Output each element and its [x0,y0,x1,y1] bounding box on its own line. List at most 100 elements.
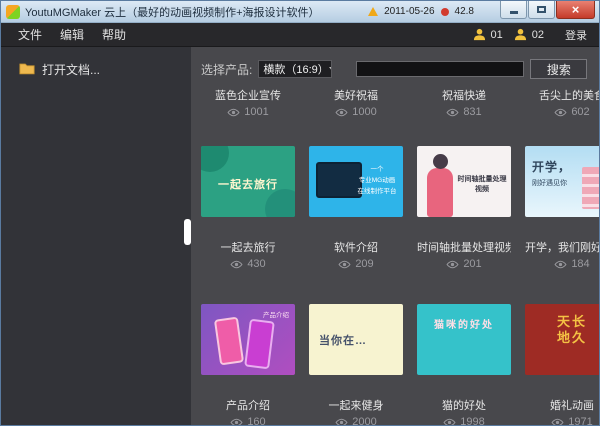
eye-icon [335,418,348,426]
thumbnail-text: 产品介绍 [263,309,289,319]
open-document-label: 打开文档... [42,61,100,78]
temperature-text: 42.8 [455,6,474,17]
view-count: 831 [463,106,481,118]
menubar-items: 文件编辑帮助 [9,26,135,44]
template-row: 蓝色企业宣传 1001 美好祝福 1000 祝福快递 831 [201,87,599,118]
template-card[interactable]: 开学，刚好遇见你 开学，我们刚好遇见 184 [525,146,599,270]
eye-icon [227,108,240,117]
template-title: 舌尖上的美食 [525,87,599,103]
view-count: 430 [247,258,265,270]
warning-icon [368,7,378,16]
template-thumbnail[interactable]: 时间轴批量处理视频 [417,146,511,217]
status-dot-icon [441,8,449,16]
thumbnail-text: 天长地久 [525,304,599,347]
eye-icon [338,260,351,269]
template-thumbnail[interactable]: 一个专业MG动画在线制作平台 [309,146,403,217]
folder-icon [19,62,35,78]
titlebar[interactable]: YoutuMGMaker 云上（最好的动画视频制作+海报设计软件） 2011-0… [1,1,599,23]
login-button[interactable]: 登录 [565,27,591,43]
eye-icon [446,260,459,269]
template-views: 201 [417,258,511,270]
view-count: 1971 [568,416,592,425]
menu-item-file[interactable]: 文件 [9,28,51,42]
view-count: 201 [463,258,481,270]
template-title: 蓝色企业宣传 [201,87,295,103]
eye-icon [446,108,459,117]
template-thumbnail[interactable]: 产品介绍 [201,304,295,375]
eye-icon [230,260,243,269]
user-icon [473,28,486,41]
template-card[interactable]: 舌尖上的美食 602 [525,87,599,118]
maximize-icon [537,6,546,13]
main-panel: 选择产品: 横款（16:9） 搜索 蓝色企业宣传 1001 美好祝福 [191,47,599,425]
template-card[interactable]: 当你在… 一起来健身 2000 [309,304,403,425]
template-card[interactable]: 一起去旅行 一起去旅行 430 [201,146,295,270]
thumbnail-text: 一个专业MG动画在线制作平台 [355,164,399,197]
template-title: 开学，我们刚好遇见 [525,239,599,255]
template-views: 430 [201,258,295,270]
toolbar: 选择产品: 横款（16:9） 搜索 [201,47,599,79]
eye-icon [551,418,564,426]
template-row: 一起去旅行 一起去旅行 430 一个专业MG动画在线制作平台 软件介绍 209 … [201,146,599,270]
template-title: 猫的好处 [417,397,511,413]
template-thumbnail[interactable]: 天长地久 [525,304,599,375]
view-count: 1000 [352,106,376,118]
maximize-button[interactable] [528,1,555,19]
view-count: 160 [247,416,265,425]
template-card[interactable]: 产品介绍 产品介绍 160 [201,304,295,425]
template-views: 209 [309,258,403,270]
menu-item-edit[interactable]: 编辑 [51,28,93,42]
date-text: 2011-05-26 [384,6,434,17]
product-select-value: 横款（16:9） [263,61,328,77]
chevron-down-icon [329,67,333,72]
workspace: 打开文档... 选择产品: 横款（16:9） 搜索 蓝色企业宣传 1001 [1,47,599,425]
thumbnail-text: 开学，刚好遇见你 [532,158,571,188]
sidebar-collapse-handle[interactable] [184,219,191,245]
template-views: 1000 [309,106,403,118]
thumbnail-text: 猫咪的好处 [417,304,511,331]
close-button[interactable]: × [556,1,595,19]
template-thumbnail[interactable]: 一起去旅行 [201,146,295,217]
template-card[interactable]: 祝福快递 831 [417,87,511,118]
titlebar-widgets: 2011-05-26 42.8 [368,6,474,17]
template-thumbnail[interactable]: 猫咪的好处 [417,304,511,375]
thumbnail-text: 一起去旅行 [201,146,295,192]
product-select[interactable]: 横款（16:9） [258,60,332,78]
open-document-button[interactable]: 打开文档... [1,47,191,78]
template-row: 产品介绍 产品介绍 160 当你在… 一起来健身 2000 猫咪的好处 猫的好处 [201,304,599,425]
template-card[interactable]: 时间轴批量处理视频 时间轴批量处理视频 201 [417,146,511,270]
minimize-button[interactable] [500,1,527,19]
view-count: 209 [355,258,373,270]
template-grid: 蓝色企业宣传 1001 美好祝福 1000 祝福快递 831 [201,87,599,425]
product-select-label: 选择产品: [201,61,252,78]
app-window: YoutuMGMaker 云上（最好的动画视频制作+海报设计软件） 2011-0… [0,0,600,426]
template-card[interactable]: 蓝色企业宣传 1001 [201,87,295,118]
view-count: 184 [571,258,589,270]
template-title: 祝福快递 [417,87,511,103]
template-thumbnail[interactable]: 当你在… [309,304,403,375]
eye-icon [554,108,567,117]
view-count: 1001 [244,106,268,118]
template-views: 831 [417,106,511,118]
template-card[interactable]: 猫咪的好处 猫的好处 1998 [417,304,511,425]
template-card[interactable]: 美好祝福 1000 [309,87,403,118]
menu-item-help[interactable]: 帮助 [93,28,135,42]
user-badge-2[interactable]: 02 [532,29,550,41]
view-count: 2000 [352,416,376,425]
template-card[interactable]: 天长地久 婚礼动画 1971 [525,304,599,425]
eye-icon [335,108,348,117]
search-button[interactable]: 搜索 [530,59,587,79]
template-thumbnail[interactable]: 开学，刚好遇见你 [525,146,599,217]
eye-icon [554,260,567,269]
window-controls: × [500,1,595,19]
view-count: 1998 [460,416,484,425]
search-input[interactable] [356,61,524,77]
window-title: YoutuMGMaker 云上（最好的动画视频制作+海报设计软件） [25,4,320,20]
user-badge-1[interactable]: 01 [491,29,509,41]
view-count: 602 [571,106,589,118]
template-views: 2000 [309,416,403,425]
template-card[interactable]: 一个专业MG动画在线制作平台 软件介绍 209 [309,146,403,270]
menubar-right: 01 02 登录 [473,27,592,43]
eye-icon [230,418,243,426]
eye-icon [443,418,456,426]
